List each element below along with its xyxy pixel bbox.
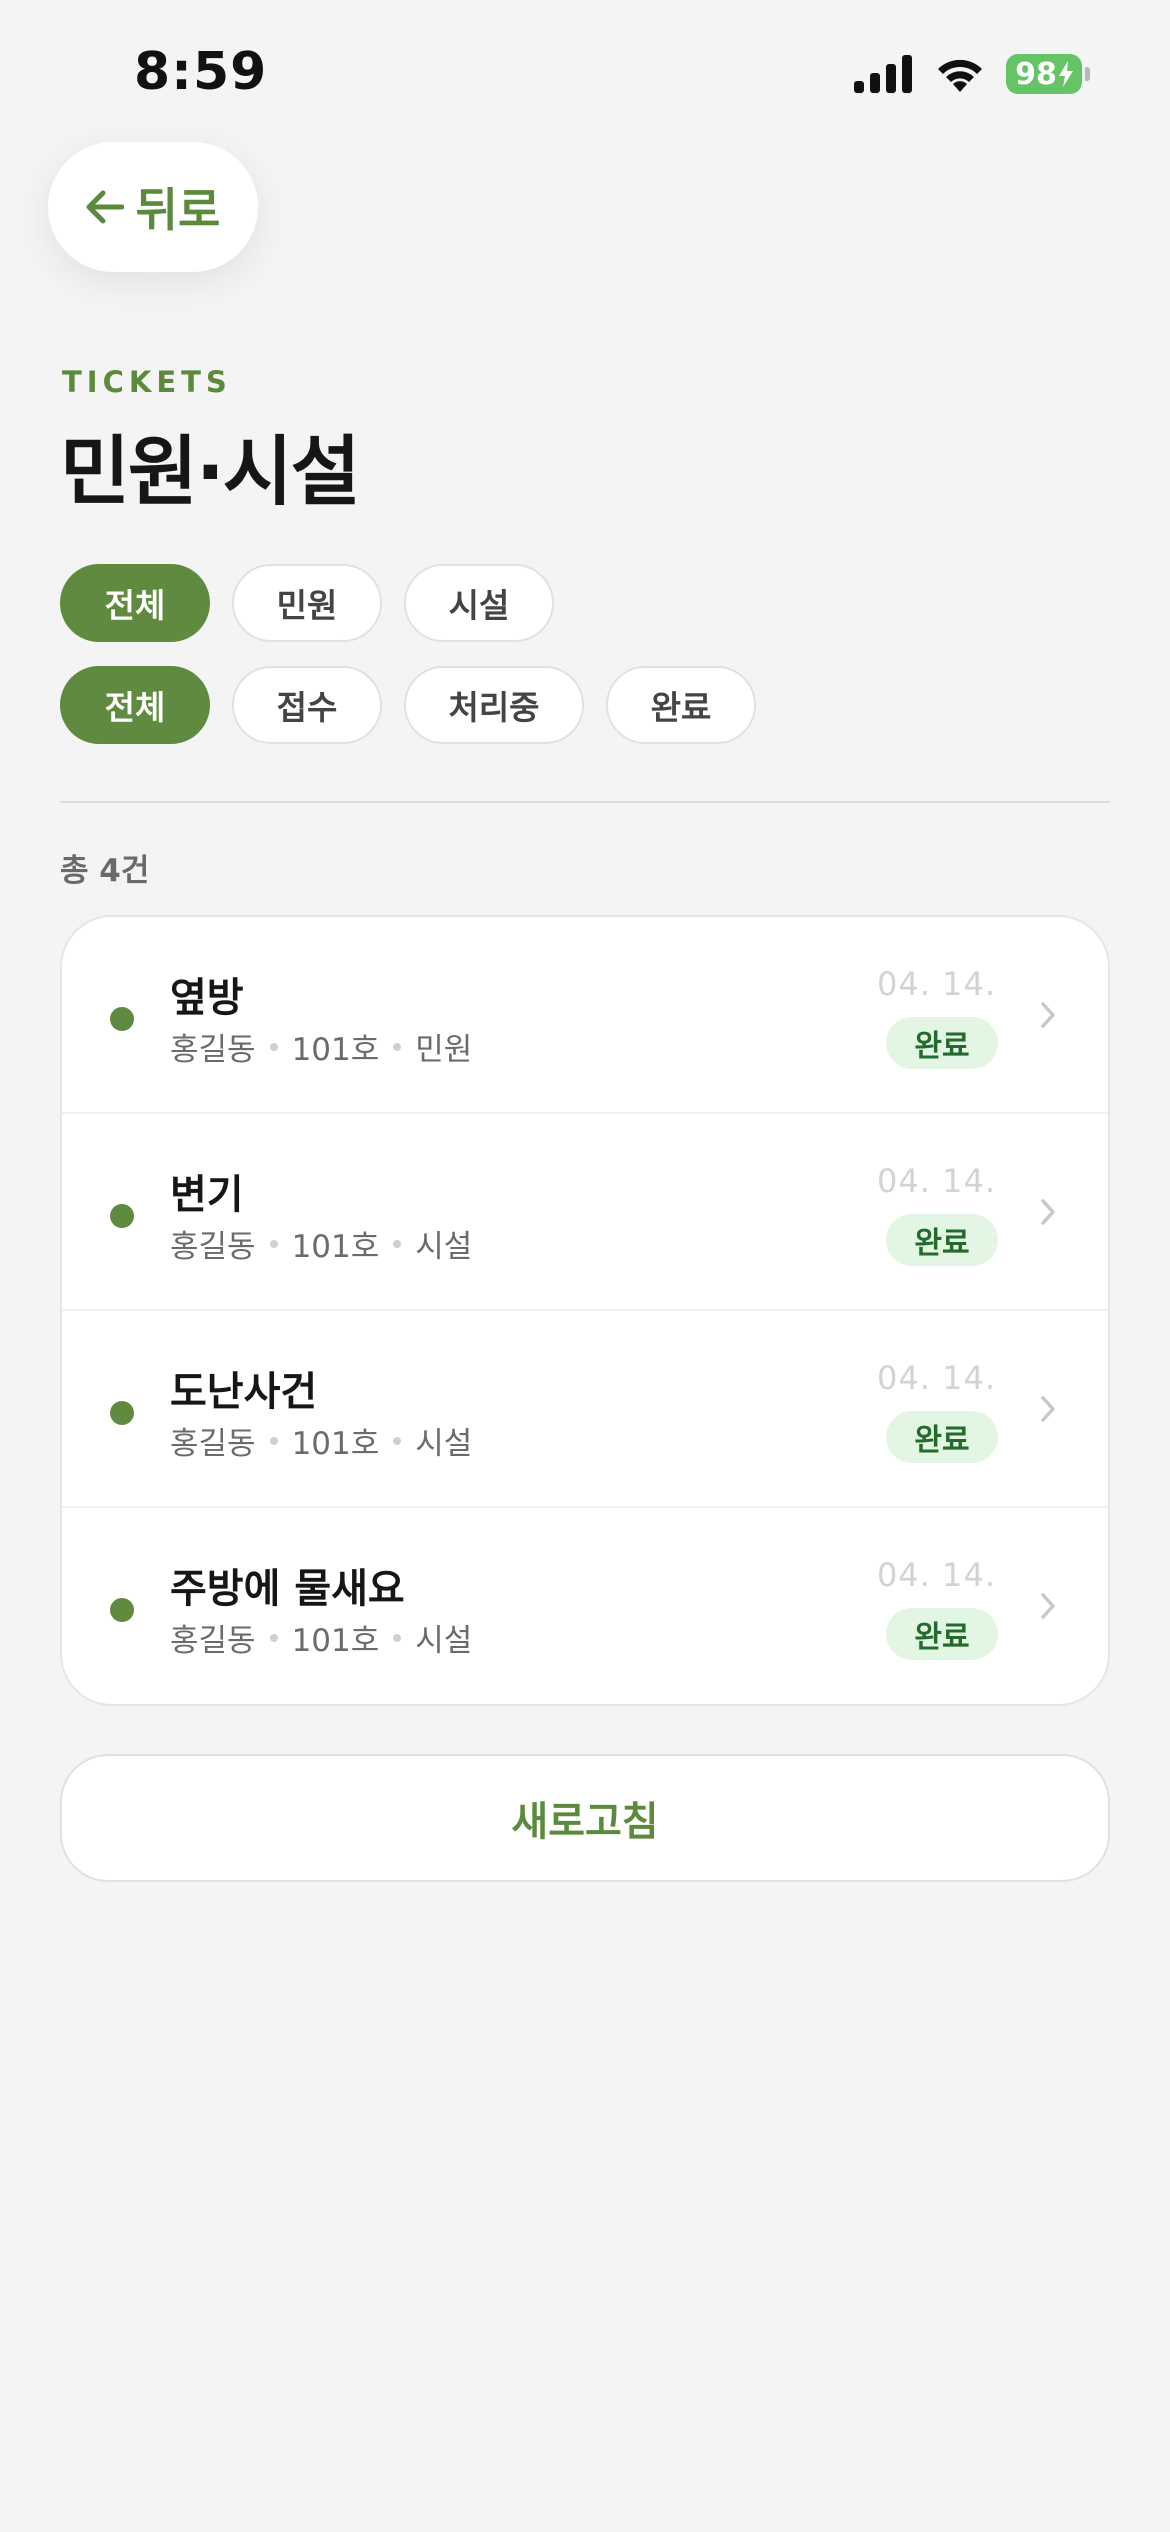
ticket-category: 시설 (415, 1623, 473, 1659)
chevron-right-icon (1041, 1002, 1055, 1028)
meta-separator (269, 1436, 278, 1445)
status-badge: 완료 (886, 1017, 998, 1069)
battery-cap (1085, 67, 1090, 81)
chevron-right-icon (1041, 1199, 1055, 1225)
status-time: 8:59 (134, 42, 268, 102)
battery-level: 98 (1006, 54, 1082, 94)
ticket-category: 시설 (415, 1426, 473, 1462)
meta-separator (269, 1239, 278, 1248)
meta-separator (269, 1042, 278, 1051)
ticket-title: 변기 (170, 1172, 244, 1218)
ticket-author: 홍길동 (170, 1229, 256, 1265)
page-title: 민원·시설 (60, 427, 361, 516)
ticket-author: 홍길동 (170, 1032, 256, 1068)
status-bar: 8:59 98 (0, 0, 1170, 150)
arrow-left-icon (86, 190, 124, 224)
ticket-author: 홍길동 (170, 1623, 256, 1659)
ticket-date: 04. 14. (877, 965, 996, 1003)
meta-separator (393, 1633, 402, 1642)
status-filter: 전체 접수 처리중 완료 (60, 666, 756, 744)
wifi-icon (938, 59, 982, 92)
status-badge: 완료 (886, 1608, 998, 1660)
total-count: 총 4건 (60, 853, 150, 889)
ticket-list: 옆방 홍길동 101호 민원 04. 14. 완료 변기 홍길동 101호 시설… (60, 915, 1110, 1706)
ticket-row[interactable]: 도난사건 홍길동 101호 시설 04. 14. 완료 (62, 1311, 1108, 1508)
meta-separator (393, 1042, 402, 1051)
battery-indicator: 98 (1006, 54, 1090, 94)
ticket-meta: 홍길동 101호 민원 (170, 1024, 472, 1069)
ticket-meta: 홍길동 101호 시설 (170, 1221, 472, 1266)
ticket-row[interactable]: 옆방 홍길동 101호 민원 04. 14. 완료 (62, 917, 1108, 1114)
battery-percent: 98 (1015, 56, 1057, 92)
status-dot (110, 1204, 134, 1228)
status-badge: 완료 (886, 1411, 998, 1463)
meta-separator (269, 1633, 278, 1642)
status-chip-in-progress[interactable]: 처리중 (404, 666, 584, 744)
ticket-room: 101호 (291, 1623, 380, 1659)
ticket-date: 04. 14. (877, 1359, 996, 1397)
meta-separator (393, 1239, 402, 1248)
chevron-right-icon (1041, 1396, 1055, 1422)
ticket-date: 04. 14. (877, 1162, 996, 1200)
ticket-room: 101호 (291, 1229, 380, 1265)
status-chip-received[interactable]: 접수 (232, 666, 382, 744)
status-chip-all[interactable]: 전체 (60, 666, 210, 744)
ticket-title: 주방에 물새요 (170, 1566, 405, 1612)
refresh-button[interactable]: 새로고침 (60, 1754, 1110, 1882)
status-chip-completed[interactable]: 완료 (606, 666, 756, 744)
chevron-right-icon (1041, 1593, 1055, 1619)
charging-bolt-icon (1058, 61, 1073, 87)
status-dot (110, 1007, 134, 1031)
status-dot (110, 1401, 134, 1425)
ticket-title: 옆방 (170, 975, 244, 1021)
ticket-date: 04. 14. (877, 1556, 996, 1594)
type-chip-all[interactable]: 전체 (60, 564, 210, 642)
status-icons: 98 (854, 54, 1090, 94)
ticket-room: 101호 (291, 1426, 380, 1462)
status-badge: 완료 (886, 1214, 998, 1266)
ticket-row[interactable]: 변기 홍길동 101호 시설 04. 14. 완료 (62, 1114, 1108, 1311)
cellular-signal-icon (854, 55, 912, 93)
section-eyebrow: TICKETS (62, 365, 232, 399)
ticket-meta: 홍길동 101호 시설 (170, 1615, 472, 1660)
back-button-label: 뒤로 (135, 183, 221, 237)
type-filter: 전체 민원 시설 (60, 564, 554, 642)
back-button[interactable]: 뒤로 (48, 142, 258, 272)
type-chip-complaint[interactable]: 민원 (232, 564, 382, 642)
ticket-room: 101호 (291, 1032, 380, 1068)
meta-separator (393, 1436, 402, 1445)
ticket-category: 시설 (415, 1229, 473, 1265)
ticket-author: 홍길동 (170, 1426, 256, 1462)
type-chip-facility[interactable]: 시설 (404, 564, 554, 642)
ticket-row[interactable]: 주방에 물새요 홍길동 101호 시설 04. 14. 완료 (62, 1508, 1108, 1704)
ticket-title: 도난사건 (170, 1369, 318, 1415)
status-dot (110, 1598, 134, 1622)
ticket-category: 민원 (415, 1032, 473, 1068)
divider (60, 801, 1110, 803)
ticket-meta: 홍길동 101호 시설 (170, 1418, 472, 1463)
